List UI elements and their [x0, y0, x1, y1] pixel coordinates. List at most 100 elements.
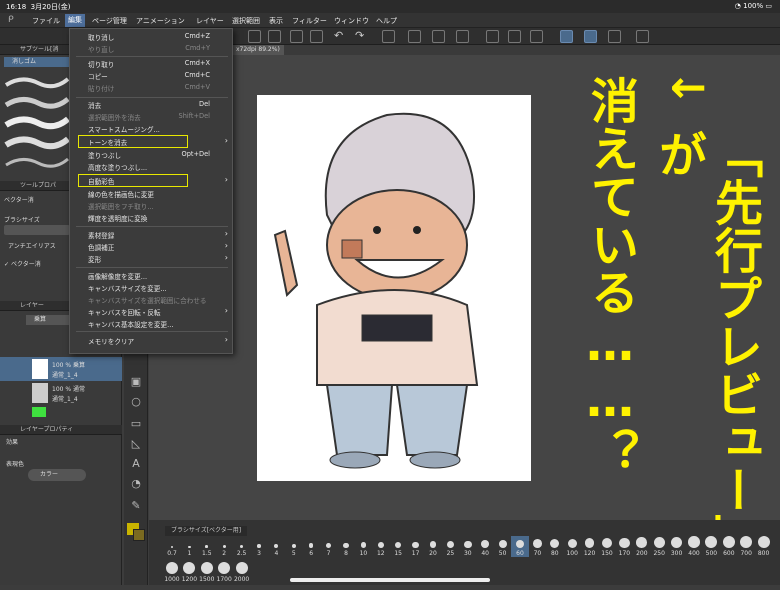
snap-ruler-icon[interactable] — [560, 30, 573, 43]
paper-layer-color[interactable] — [32, 407, 46, 417]
fill-icon[interactable] — [432, 30, 445, 43]
crop-icon[interactable] — [456, 30, 469, 43]
menu-item[interactable]: スマートスムージング... — [88, 124, 232, 135]
blend-mode-select[interactable]: 乗算 — [26, 315, 70, 325]
layer-row[interactable]: 100 % 通常 通常_1_4 — [0, 381, 122, 405]
brush-size-option[interactable]: 600 — [720, 536, 738, 557]
brush-size-option[interactable]: 1200 — [180, 562, 198, 583]
menu-window[interactable]: ウィンドウ — [334, 16, 369, 26]
menu-item[interactable]: 色調補正 › — [88, 241, 232, 253]
menu-selection[interactable]: 選択範囲 — [232, 16, 260, 26]
menu-item[interactable]: 輝度を透明度に変換 — [88, 213, 232, 224]
menu-item[interactable]: メモリをクリア › — [88, 335, 232, 347]
brush-preview[interactable] — [4, 93, 70, 111]
brush-size-option[interactable]: 4 — [267, 536, 285, 557]
brush-size-option[interactable]: 1700 — [215, 562, 233, 583]
brush-size-option[interactable]: 8 — [337, 536, 355, 557]
menu-item[interactable]: 塗りつぶし Opt+Del — [88, 150, 232, 161]
canvas-paper[interactable] — [257, 95, 531, 481]
save-icon[interactable] — [248, 30, 261, 43]
figure-tool-icon[interactable]: ○ — [129, 395, 143, 409]
brush-size-option[interactable]: 15 — [389, 536, 407, 557]
brush-size-slider[interactable] — [4, 225, 70, 235]
brush-size-option[interactable]: 1.5 — [198, 536, 216, 557]
brush-size-option[interactable]: 2 — [215, 536, 233, 557]
brush-preview[interactable] — [4, 153, 70, 171]
snap-grid-icon[interactable] — [608, 30, 621, 43]
ruler-tool-icon[interactable]: ◺ — [129, 437, 143, 451]
brush-preview[interactable] — [4, 133, 70, 151]
invert-selection-icon[interactable] — [508, 30, 521, 43]
brush-size-option[interactable]: 500 — [702, 536, 720, 557]
brush-size-option[interactable]: 5 — [285, 536, 303, 557]
brush-size-option[interactable]: 700 — [737, 536, 755, 557]
brush-preview[interactable] — [4, 113, 70, 131]
brush-size-option[interactable]: 800 — [755, 536, 773, 557]
menu-item[interactable]: キャンバスを回転・反転 › — [88, 306, 232, 318]
menu-view[interactable]: 表示 — [269, 16, 283, 26]
menu-animation[interactable]: アニメーション — [136, 16, 185, 26]
import-icon[interactable] — [290, 30, 303, 43]
canvas-tab[interactable]: x72dpi 89.2%) — [232, 45, 284, 55]
brush-size-option[interactable]: 2000 — [233, 562, 251, 583]
brush-size-option[interactable]: 80 — [546, 536, 564, 557]
clear-icon[interactable] — [382, 30, 395, 43]
menu-layer[interactable]: レイヤー — [196, 16, 224, 26]
brush-size-option[interactable]: 25 — [441, 536, 459, 557]
menu-help[interactable]: ヘルプ — [376, 16, 397, 26]
brush-size-option[interactable]: 6 — [302, 536, 320, 557]
menu-item[interactable]: 変形 › — [88, 253, 232, 265]
brush-size-option[interactable]: 250 — [650, 536, 668, 557]
balloon-tool-icon[interactable]: ◔ — [129, 477, 143, 491]
menu-item[interactable]: 線の色を描画色に変更 — [88, 189, 232, 200]
menu-file[interactable]: ファイル — [32, 16, 60, 26]
correction-tool-icon[interactable]: ✎ — [129, 499, 143, 513]
brush-size-option[interactable]: 150 — [598, 536, 616, 557]
transform-icon[interactable] — [408, 30, 421, 43]
layer-row[interactable]: 100 % 乗算 通常_1_4 — [0, 357, 122, 381]
expression-color-select[interactable]: カラー — [28, 469, 86, 481]
brush-size-option[interactable]: 1000 — [163, 562, 181, 583]
brush-size-option[interactable]: 300 — [668, 536, 686, 557]
menu-filter[interactable]: フィルター — [292, 16, 327, 26]
brush-size-option[interactable]: 400 — [685, 536, 703, 557]
brush-size-option[interactable]: 3 — [250, 536, 268, 557]
brush-size-option[interactable]: 0.7 — [163, 536, 181, 557]
menu-item[interactable]: 切り取り Cmd+X — [88, 59, 232, 70]
snap-special-ruler-icon[interactable] — [584, 30, 597, 43]
frame-tool-icon[interactable]: ▭ — [129, 417, 143, 431]
brush-size-option[interactable]: 1500 — [198, 562, 216, 583]
brush-size-option[interactable]: 40 — [476, 536, 494, 557]
redo-icon[interactable]: ↷ — [355, 30, 368, 43]
brush-size-option[interactable]: 17 — [407, 536, 425, 557]
export-icon[interactable] — [268, 30, 281, 43]
brush-size-option[interactable]: 10 — [354, 536, 372, 557]
menu-item[interactable]: 素材登録 › — [88, 229, 232, 241]
undo-icon[interactable]: ↶ — [334, 30, 347, 43]
sub-color-swatch[interactable] — [133, 529, 145, 541]
brush-preview[interactable] — [4, 73, 70, 91]
menu-item[interactable]: 消去 Del — [88, 100, 232, 111]
brush-size-option[interactable]: 30 — [459, 536, 477, 557]
menu-item[interactable]: 画像解像度を変更... — [88, 271, 232, 282]
text-tool-icon[interactable]: A — [129, 457, 143, 471]
brush-size-option[interactable]: 2.5 — [233, 536, 251, 557]
subtool-eraser[interactable]: 消しゴム — [4, 57, 70, 67]
brush-size-option[interactable]: 20 — [424, 536, 442, 557]
select-all-icon[interactable] — [530, 30, 543, 43]
vector-erase-checkbox[interactable]: ✓ ベクター消 — [4, 259, 41, 268]
brush-size-option[interactable]: 170 — [615, 536, 633, 557]
brush-size-option[interactable]: 50 — [494, 536, 512, 557]
menu-item[interactable]: 取り消し Cmd+Z — [88, 32, 232, 43]
fill-tool-icon[interactable]: ▣ — [129, 375, 143, 389]
brush-size-option[interactable]: 7 — [320, 536, 338, 557]
menu-item[interactable]: 高度な塗りつぶし... — [88, 162, 232, 173]
brush-size-option[interactable]: 1 — [180, 536, 198, 557]
upload-icon[interactable] — [310, 30, 323, 43]
menu-page[interactable]: ページ管理 — [92, 16, 127, 26]
deselect-icon[interactable] — [486, 30, 499, 43]
brush-size-option[interactable]: 100 — [563, 536, 581, 557]
brush-size-option[interactable]: 12 — [372, 536, 390, 557]
menu-item[interactable]: キャンバスサイズを変更... — [88, 283, 232, 294]
brush-size-option[interactable]: 70 — [528, 536, 546, 557]
